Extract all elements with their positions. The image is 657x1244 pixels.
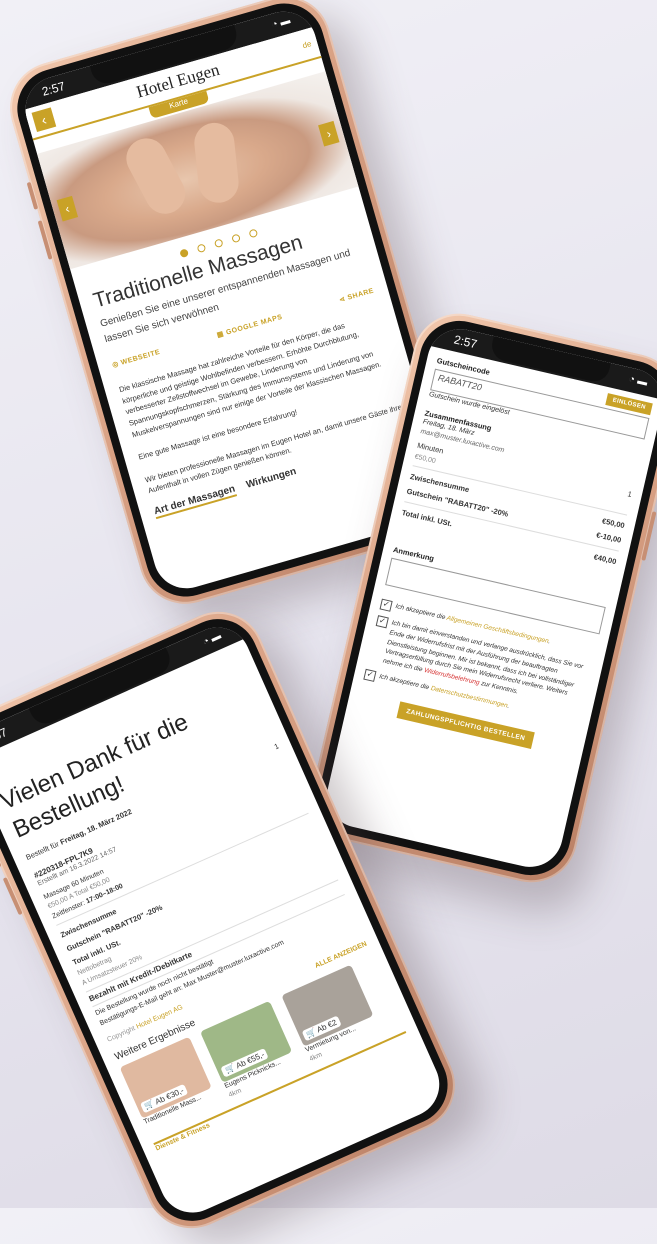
carousel-dot[interactable]: [231, 233, 241, 244]
carousel-dot[interactable]: [196, 243, 207, 254]
carousel-dot[interactable]: [179, 248, 190, 259]
terms-checkbox[interactable]: ✓: [379, 598, 393, 612]
website-label: WEBSEITE: [120, 348, 162, 367]
withdrawal-checkbox[interactable]: ✓: [375, 615, 389, 629]
order-qty: 1: [272, 741, 281, 752]
carousel-dot[interactable]: [213, 238, 224, 249]
total-value: €40,00: [592, 552, 618, 567]
language-switch[interactable]: de: [301, 39, 312, 50]
hand-shape: [119, 131, 193, 221]
share-label: SHARE: [346, 287, 375, 302]
carousel-next-button[interactable]: ›: [318, 120, 340, 147]
website-link[interactable]: ◎ WEBSEITE: [111, 348, 161, 369]
item-qty: 1: [626, 488, 633, 499]
hand-shape: [192, 120, 241, 205]
carousel-prev-button[interactable]: ‹: [56, 195, 79, 222]
carousel-dot[interactable]: [248, 228, 259, 239]
terms-prefix: Ich akzeptiere die: [394, 602, 448, 622]
privacy-checkbox[interactable]: ✓: [363, 668, 377, 682]
price-value: Ab €2: [315, 1017, 339, 1035]
share-link[interactable]: ⋖ SHARE: [338, 287, 375, 305]
back-button[interactable]: ‹: [31, 107, 57, 133]
coupon-amount: €-10,00: [595, 530, 623, 545]
volume-button: [26, 181, 39, 210]
